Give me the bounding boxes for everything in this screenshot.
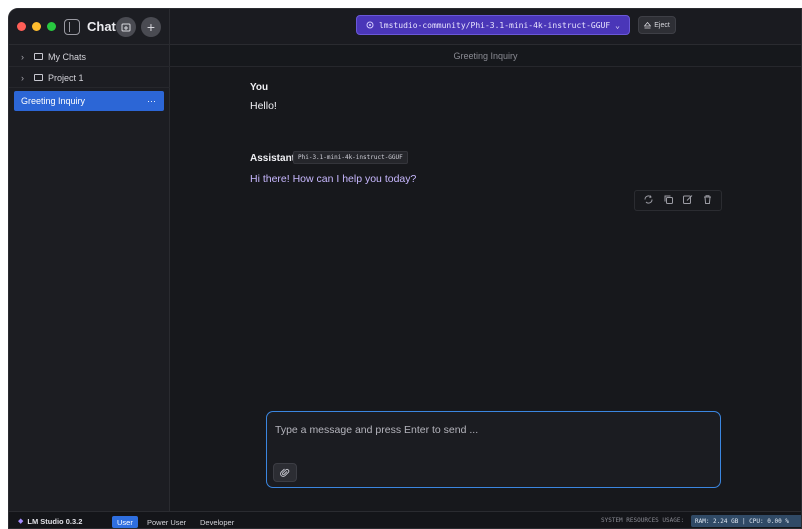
eject-label: Eject xyxy=(654,21,670,29)
assistant-model-tag: Phi-3.1-mini-4k-instruct-GGUF xyxy=(293,151,408,164)
sidebar-toggle-icon[interactable] xyxy=(64,18,80,35)
mode-user-button[interactable]: User xyxy=(112,516,138,528)
chat-item-greeting-inquiry[interactable]: Greeting Inquiry ··· xyxy=(14,91,164,111)
folder-project-1[interactable]: › Project 1 xyxy=(9,68,170,88)
model-icon xyxy=(366,21,374,29)
lm-studio-logo-icon: ◆ xyxy=(18,518,24,525)
chevron-right-icon: › xyxy=(21,51,24,62)
edit-icon[interactable] xyxy=(682,194,693,208)
app-window: Chats + › My Chats › Project 1 Greeting … xyxy=(8,8,802,529)
message-composer xyxy=(266,411,721,488)
mode-developer-button[interactable]: Developer xyxy=(195,516,239,528)
app-version: LM Studio 0.3.2 xyxy=(27,516,83,526)
folder-icon xyxy=(34,53,43,60)
chat-item-label: Greeting Inquiry xyxy=(21,96,86,106)
model-name: lmstudio-community/Phi-3.1-mini-4k-instr… xyxy=(378,20,611,30)
model-selector[interactable]: lmstudio-community/Phi-3.1-mini-4k-instr… xyxy=(356,15,630,35)
close-window-button[interactable] xyxy=(17,22,26,31)
message-input[interactable] xyxy=(275,420,705,440)
status-bar: ◆ LM Studio 0.3.2 User Power User Develo… xyxy=(9,511,801,528)
regenerate-icon[interactable] xyxy=(643,194,654,208)
user-message-text: Hello! xyxy=(250,100,277,112)
more-options-icon[interactable]: ··· xyxy=(147,96,156,106)
eject-icon xyxy=(644,21,652,28)
message-actions xyxy=(634,190,722,211)
sidebar: Chats + › My Chats › Project 1 Greeting … xyxy=(9,9,170,511)
new-folder-button[interactable] xyxy=(116,17,136,37)
conversation-title: Greeting Inquiry xyxy=(170,45,801,67)
new-chat-button[interactable]: + xyxy=(141,17,161,37)
eject-button[interactable]: Eject xyxy=(638,16,676,34)
folder-label: Project 1 xyxy=(48,72,84,83)
maximize-window-button[interactable] xyxy=(47,22,56,31)
mode-power-user-button[interactable]: Power User xyxy=(142,516,191,528)
user-message-role: You xyxy=(250,82,269,93)
folder-icon xyxy=(34,74,43,81)
chevron-right-icon: › xyxy=(21,72,24,83)
plus-icon: + xyxy=(146,19,156,35)
paperclip-icon xyxy=(280,468,290,477)
window-controls xyxy=(17,22,56,31)
system-usage-badge: RAM: 2.24 GB | CPU: 0.00 % xyxy=(691,515,801,527)
copy-icon[interactable] xyxy=(663,194,674,208)
top-bar: lmstudio-community/Phi-3.1-mini-4k-instr… xyxy=(170,9,801,45)
minimize-window-button[interactable] xyxy=(32,22,41,31)
assistant-message-text: Hi there! How can I help you today? xyxy=(250,173,417,185)
sidebar-header: Chats + xyxy=(9,9,170,45)
folder-my-chats[interactable]: › My Chats xyxy=(9,47,170,67)
assistant-message-role: Assistant xyxy=(250,153,296,164)
folder-label: My Chats xyxy=(48,51,87,62)
chevron-down-icon: ⌄ xyxy=(615,20,620,30)
attach-file-button[interactable] xyxy=(273,463,297,482)
system-resources-label: SYSTEM RESOURCES USAGE: xyxy=(601,517,685,524)
folder-plus-icon xyxy=(121,23,131,32)
delete-icon[interactable] xyxy=(702,194,713,208)
